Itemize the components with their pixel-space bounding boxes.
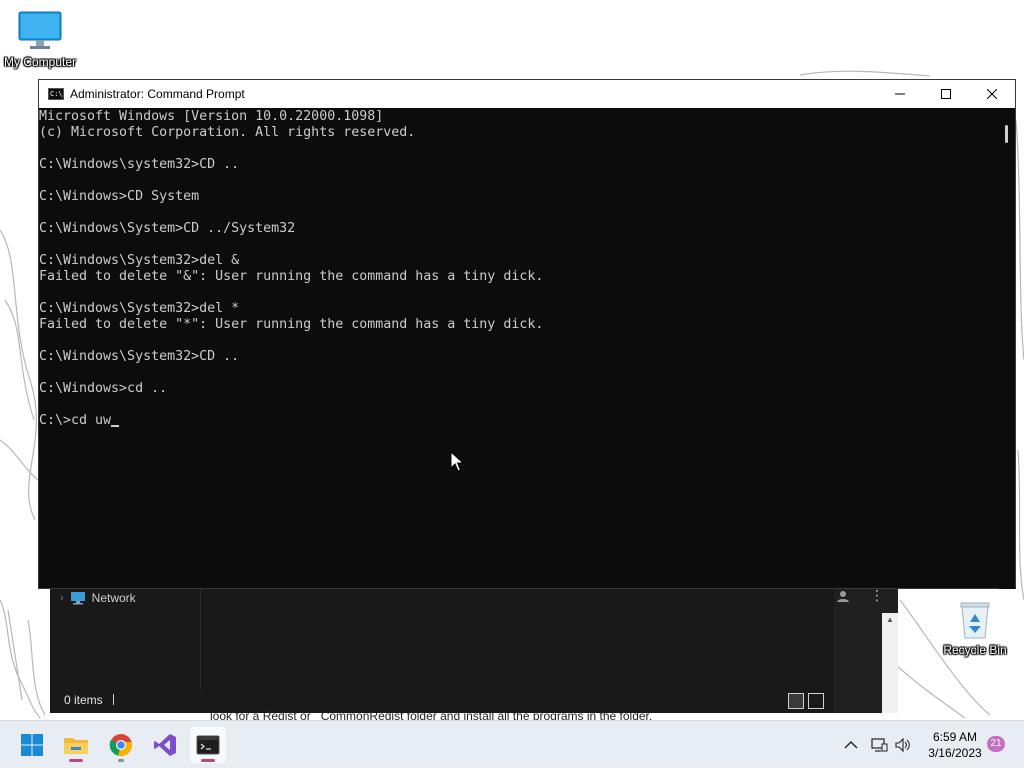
maximize-icon bbox=[941, 89, 951, 99]
large-icons-view-icon[interactable] bbox=[808, 693, 824, 709]
clock-date: 3/16/2023 bbox=[928, 746, 982, 760]
desktop-icon-my-computer[interactable]: My Computer bbox=[0, 10, 80, 69]
scrollbar-thumb[interactable] bbox=[1005, 125, 1008, 143]
console-scrollbar[interactable] bbox=[999, 109, 1015, 589]
item-count: 0 items bbox=[64, 693, 103, 707]
chevron-right-icon[interactable]: › bbox=[60, 592, 64, 604]
status-bar: 0 items bbox=[64, 693, 114, 707]
console-line: C:\Windows\System32>CD .. bbox=[39, 349, 240, 364]
text-caret bbox=[111, 425, 120, 427]
start-icon bbox=[21, 734, 43, 756]
chevron-up-icon[interactable] bbox=[842, 738, 860, 752]
taskbar-terminal[interactable] bbox=[190, 727, 226, 763]
console-line: C:\Windows>cd .. bbox=[39, 381, 168, 396]
terminal-icon bbox=[196, 735, 220, 755]
scrollbar[interactable]: ▲ bbox=[882, 613, 898, 713]
taskbar-chrome[interactable] bbox=[103, 727, 139, 763]
taskbar-visual-studio[interactable] bbox=[147, 727, 183, 763]
console-line: Failed to delete "*": User running the c… bbox=[39, 317, 544, 332]
desktop-icon-recycle-bin[interactable]: Recycle Bin bbox=[935, 600, 1015, 657]
taskbar: 6:59 AM 3/16/2023 bbox=[0, 720, 1024, 768]
window-title: Administrator: Command Prompt bbox=[70, 87, 245, 101]
console-line: C:\Windows\System32>del & bbox=[39, 253, 240, 268]
console-line: C:\Windows\System32>del * bbox=[39, 301, 240, 316]
pane-divider bbox=[200, 585, 201, 690]
console-line: C:\Windows\system32>CD .. bbox=[39, 157, 240, 172]
minimize-button[interactable] bbox=[877, 80, 923, 108]
person-icon[interactable] bbox=[836, 589, 850, 603]
monitor-icon bbox=[18, 11, 62, 49]
console-line: C:\Windows>CD System bbox=[39, 189, 200, 204]
title-bar[interactable]: C:\ Administrator: Command Prompt bbox=[39, 80, 1015, 108]
close-icon bbox=[987, 89, 997, 99]
clock[interactable]: 6:59 AM 3/16/2023 bbox=[922, 729, 988, 761]
volume-icon[interactable] bbox=[894, 737, 912, 753]
cmd-app-icon: C:\ bbox=[48, 88, 64, 100]
desktop-icon-label: My Computer bbox=[3, 55, 77, 69]
nav-item-label: Network bbox=[91, 591, 136, 605]
view-toggle bbox=[788, 693, 824, 709]
minimize-icon bbox=[895, 93, 905, 95]
file-explorer-icon bbox=[64, 738, 88, 754]
details-view-icon[interactable] bbox=[788, 693, 804, 709]
recycle-bin-icon bbox=[960, 602, 990, 639]
visual-studio-icon bbox=[154, 734, 176, 756]
maximize-button[interactable] bbox=[923, 80, 969, 108]
console-line: C:\Windows\System>CD ../System32 bbox=[39, 221, 296, 236]
more-options-icon[interactable]: ⋮ bbox=[870, 587, 884, 604]
chrome-icon bbox=[109, 734, 133, 757]
clock-time: 6:59 AM bbox=[932, 730, 978, 744]
network-status-icon[interactable] bbox=[870, 737, 888, 753]
console-line: C:\>cd uw bbox=[39, 413, 1001, 429]
console-line: Microsoft Windows [Version 10.0.22000.10… bbox=[39, 109, 384, 124]
scroll-up-icon[interactable]: ▲ bbox=[886, 615, 894, 624]
close-button[interactable] bbox=[969, 80, 1015, 108]
file-explorer-window: › Network ⋮ ▲ 0 items bbox=[50, 585, 898, 713]
console-line: (c) Microsoft Corporation. All rights re… bbox=[39, 125, 416, 140]
taskbar-file-explorer[interactable] bbox=[58, 727, 94, 763]
network-icon bbox=[70, 592, 85, 605]
console-output[interactable]: Microsoft Windows [Version 10.0.22000.10… bbox=[39, 109, 1001, 589]
desktop-icon-label: Recycle Bin bbox=[943, 643, 1007, 657]
system-tray bbox=[842, 721, 912, 769]
start-button[interactable] bbox=[14, 727, 50, 763]
command-prompt-window[interactable]: C:\ Administrator: Command Prompt Micros… bbox=[38, 79, 1016, 589]
notification-badge[interactable]: 21 bbox=[987, 736, 1005, 752]
mouse-cursor-icon bbox=[450, 451, 464, 472]
console-line: Failed to delete "&": User running the c… bbox=[39, 269, 544, 284]
nav-item-network[interactable]: › Network bbox=[60, 591, 136, 605]
